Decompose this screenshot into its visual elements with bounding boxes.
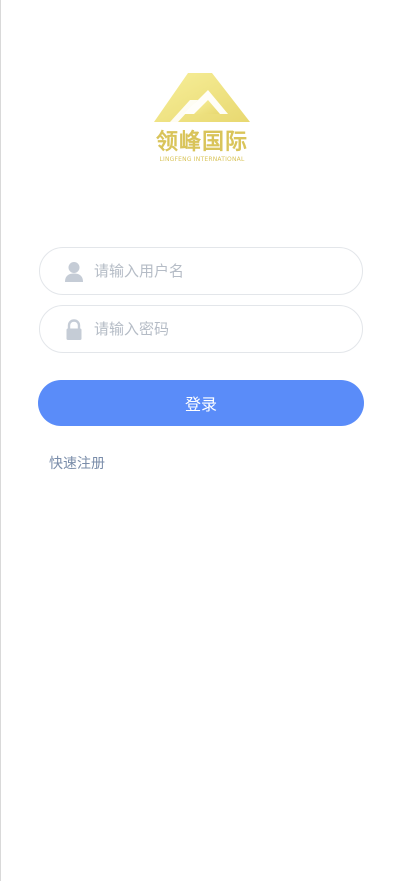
brand-name-en: LINGFENG INTERNATIONAL bbox=[159, 156, 245, 163]
username-input[interactable] bbox=[94, 258, 344, 284]
lock-icon bbox=[64, 319, 84, 341]
password-input[interactable] bbox=[94, 316, 344, 342]
login-button[interactable]: 登录 bbox=[38, 380, 364, 426]
user-icon bbox=[64, 261, 84, 283]
brand-name-cn: 领峰国际 bbox=[155, 129, 248, 155]
register-link[interactable]: 快速注册 bbox=[49, 455, 105, 473]
page-left-border bbox=[0, 0, 1, 881]
brand-logo: 领峰国际 LINGFENG INTERNATIONAL bbox=[150, 70, 254, 166]
mountain-triangle-logo-icon bbox=[154, 73, 250, 122]
username-field[interactable] bbox=[39, 247, 363, 295]
password-field[interactable] bbox=[39, 305, 363, 353]
